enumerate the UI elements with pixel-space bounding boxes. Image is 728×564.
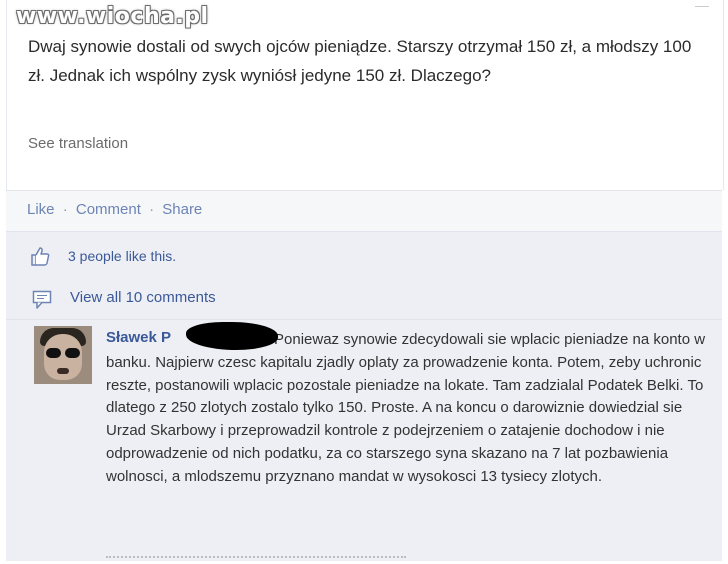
post-status-text: Dwaj synowie dostali od swych ojców pien… bbox=[28, 37, 692, 85]
like-link[interactable]: Like bbox=[27, 201, 55, 218]
watermark-domain: www.wiocha.pl bbox=[16, 4, 209, 29]
share-link[interactable]: Share bbox=[162, 201, 202, 218]
action-separator: · bbox=[62, 201, 68, 218]
post-top-edge bbox=[695, 0, 709, 7]
thumbs-up-icon bbox=[31, 247, 50, 266]
action-separator: · bbox=[149, 201, 155, 218]
likes-row: 3 people like this. bbox=[6, 231, 722, 280]
likes-count-link[interactable]: 3 people like this. bbox=[68, 248, 176, 264]
comment-body: Poniewaz synowie zdecydowali sie wplacic… bbox=[106, 329, 706, 489]
comment-text: Poniewaz synowie zdecydowali sie wplacic… bbox=[106, 331, 706, 485]
user-avatar[interactable] bbox=[34, 326, 92, 384]
cropped-comment-footer bbox=[106, 556, 406, 564]
comment-row: Poniewaz synowie zdecydowali sie wplacic… bbox=[6, 320, 722, 561]
avatar-mouth bbox=[57, 368, 69, 374]
comment-bubble-icon bbox=[32, 290, 52, 309]
view-all-comments-link[interactable]: View all 10 comments bbox=[70, 289, 216, 306]
post-actions: Like · Comment · Share bbox=[27, 201, 202, 218]
comment-link[interactable]: Comment bbox=[76, 201, 141, 218]
avatar-sunglasses bbox=[46, 348, 80, 358]
post-actions-bar: Like · Comment · Share bbox=[6, 190, 722, 231]
comment-author-link[interactable]: Sławek P bbox=[106, 329, 171, 346]
view-comments-row: View all 10 comments bbox=[6, 279, 722, 320]
see-translation-link[interactable]: See translation bbox=[28, 135, 128, 152]
watermark: www.wiocha.pl bbox=[16, 4, 209, 29]
